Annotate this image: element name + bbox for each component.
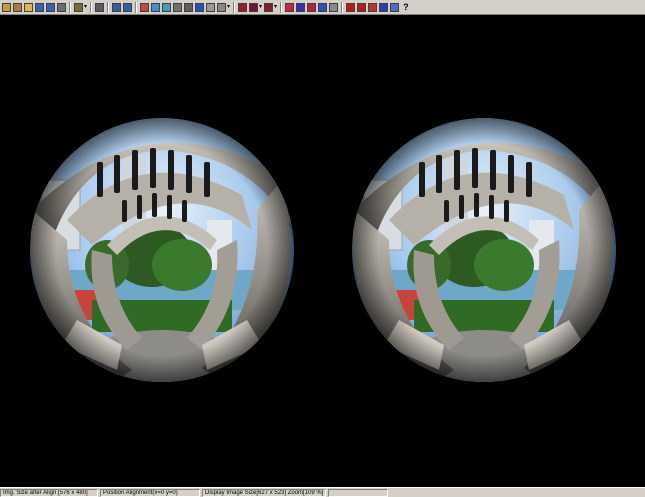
stereo-anaglyph-icon[interactable] (151, 2, 161, 12)
status-empty-pane (328, 488, 388, 497)
cross-icon[interactable] (184, 2, 194, 12)
maroon-icon[interactable] (264, 2, 274, 12)
dark-red-icon[interactable] (249, 2, 259, 12)
dropdown-arrow-icon[interactable]: ▾ (227, 4, 230, 10)
save-icon[interactable] (35, 2, 44, 12)
red-blue-icon[interactable] (285, 2, 295, 12)
toolbar-separator (233, 1, 236, 13)
color-wheel-icon[interactable] (140, 2, 150, 12)
lens-icon[interactable] (346, 2, 356, 12)
save-as-icon[interactable] (46, 2, 55, 12)
help-icon[interactable]: ? (403, 2, 409, 12)
toolbar-separator (107, 1, 110, 13)
stereo-image-pair (30, 118, 616, 382)
right-eye-image (352, 118, 616, 382)
stereo-image-canvas[interactable] (0, 16, 645, 486)
print-icon[interactable] (57, 2, 66, 12)
undo-icon[interactable] (112, 2, 122, 12)
folder-icon[interactable] (24, 2, 33, 12)
layout-icon[interactable] (217, 2, 227, 12)
open-multi-icon[interactable] (13, 2, 22, 12)
gray-icon[interactable] (329, 2, 339, 12)
status-display-size: Display Image Size[627 x 523] Zoom[109 %… (202, 488, 326, 497)
open-icon[interactable] (2, 2, 11, 12)
left-eye-image (30, 118, 294, 382)
status-position-alignment: Position Alignment(x=0 y=0) (100, 488, 200, 497)
dropdown-arrow-icon[interactable]: ▾ (274, 4, 277, 10)
interlace-icon[interactable] (206, 2, 216, 12)
crop-icon[interactable] (74, 2, 83, 12)
hash-icon[interactable] (368, 2, 378, 12)
bars-icon[interactable] (379, 2, 389, 12)
dropdown-arrow-icon[interactable]: ▾ (259, 4, 262, 10)
swap-icon[interactable] (195, 2, 205, 12)
toolbar-separator (69, 1, 71, 13)
lens-gear-icon[interactable] (357, 2, 367, 12)
redo-icon[interactable] (123, 2, 133, 12)
frame-icon[interactable] (173, 2, 183, 12)
toolbar-separator (90, 1, 93, 13)
toolbar-separator (341, 1, 344, 13)
side-by-side-icon[interactable] (162, 2, 172, 12)
dropdown-arrow-icon[interactable]: ▾ (84, 4, 87, 10)
status-size-after-align: Img. Size after Align [576 x 480] (0, 488, 98, 497)
grid-icon[interactable] (95, 2, 105, 12)
toolbar-separator (280, 1, 283, 13)
move-icon[interactable] (390, 2, 400, 12)
toolbar-separator (135, 1, 138, 13)
blue-red-icon[interactable] (296, 2, 306, 12)
status-bar: Img. Size after Align [576 x 480] Positi… (0, 487, 645, 497)
toolbar: ▾ ▾ ▾ ▾? (0, 0, 645, 15)
cyan-icon[interactable] (318, 2, 328, 12)
red-icon[interactable] (238, 2, 248, 12)
red-cyan-icon[interactable] (307, 2, 317, 12)
